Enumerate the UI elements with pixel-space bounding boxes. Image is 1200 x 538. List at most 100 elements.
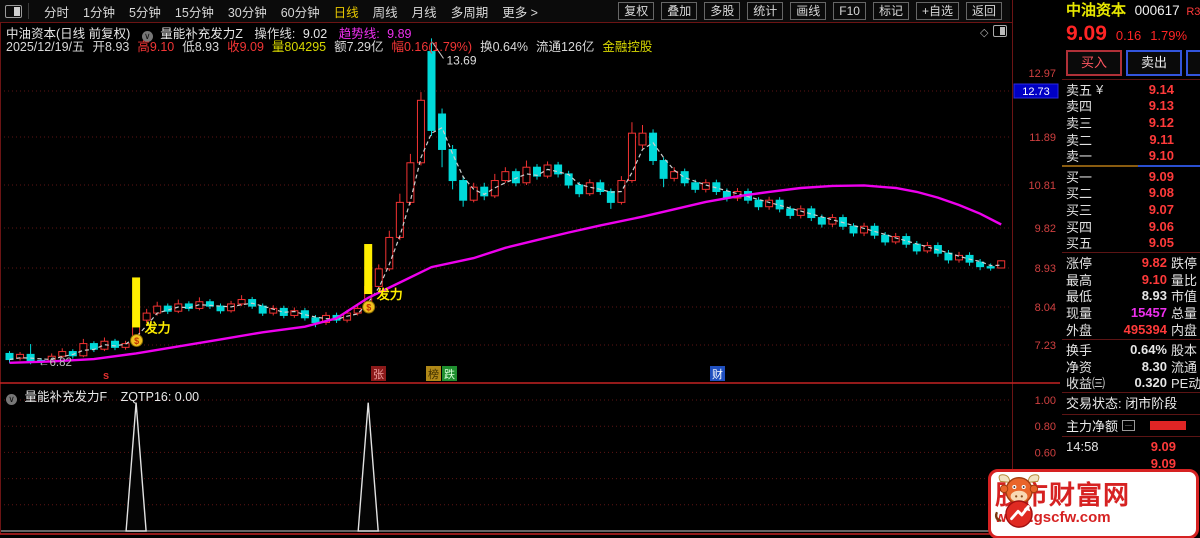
bull-icon [994, 474, 1040, 528]
menu-item-0[interactable]: 分时 [44, 2, 69, 21]
bid-row-2[interactable]: 买二 9.08 [1062, 185, 1200, 201]
bid-row-1[interactable]: 买一 9.09 [1062, 168, 1200, 185]
tool-button-6[interactable]: 标记 [872, 2, 909, 20]
bid-row-5[interactable]: 买五 9.05 [1062, 234, 1200, 251]
trade-buttons: 买入 卖出 查询 [1062, 48, 1200, 78]
svg-text:0.60: 0.60 [1035, 447, 1056, 459]
stat-row-7: 收益㈢ 0.320 PE动 [1066, 375, 1200, 392]
menu-item-5[interactable]: 60分钟 [281, 2, 320, 21]
divider [1062, 436, 1200, 438]
tool-button-7[interactable]: +自选 [915, 2, 959, 20]
quote-header: 中油资本 000617 R30 [1062, 0, 1200, 22]
trade-status: 交易状态: 闭市阶段 [1066, 396, 1178, 412]
tool-button-1[interactable]: 叠加 [661, 2, 698, 20]
tool-button-5[interactable]: F10 [833, 2, 866, 20]
tools-menu: 复权 叠加 多股 统计 画线 F10 标记 +自选 返回 [618, 2, 1002, 20]
ohlc-field-10: 金融控股 [602, 40, 653, 54]
svg-text:7.23: 7.23 [1035, 340, 1056, 352]
stat-row-1: 最高 9.10 量比 [1066, 271, 1198, 288]
bid-row-3[interactable]: 买三 9.07 [1062, 201, 1200, 218]
stock-code: 000617 [1134, 3, 1180, 18]
tool-button-4[interactable]: 画线 [790, 2, 827, 20]
stat-row-0: 涨停 9.82 跌停 [1066, 254, 1198, 271]
quote-price-row: 9.09 0.16 1.79% [1062, 22, 1200, 48]
menu-bar: 分时 1分钟 5分钟 15分钟 30分钟 60分钟 日线 周线 月线 多周期 更多 > 复权 叠加 多股… [0, 0, 1010, 22]
chart-corner-icons: ◇ [980, 25, 1008, 39]
svg-text:跌: 跌 [444, 367, 455, 381]
divider [1062, 414, 1200, 416]
price-change-pct: 1.79% [1150, 28, 1188, 43]
diamond-icon[interactable]: ◇ [980, 27, 988, 39]
period-menu: 分时 1分钟 5分钟 15分钟 30分钟 60分钟 日线 周线 月线 多周期 更多 > [37, 2, 545, 21]
menu-item-1[interactable]: 1分钟 [83, 2, 115, 21]
stat-row-2: 最低 8.93 市值 [1066, 288, 1198, 305]
ohlc-field-1: 开8.93 [92, 40, 130, 54]
stock-name: 中油资本 [1066, 2, 1127, 19]
menu-item-4[interactable]: 30分钟 [228, 2, 267, 21]
main-force-label: 主力净额 [1066, 419, 1119, 435]
ohlc-field-7: 幅0.16(1.79%) [391, 40, 473, 54]
svg-text:13.69: 13.69 [447, 53, 477, 67]
svg-text:←6.82: ←6.82 [38, 357, 72, 369]
main-force-row[interactable]: 主力净额 [1062, 416, 1200, 435]
svg-text:$: $ [366, 303, 371, 313]
ask-row-1[interactable]: 卖一 9.10 [1062, 147, 1200, 164]
ask-row-4[interactable]: 卖四 9.13 [1062, 98, 1200, 114]
menu-item-8[interactable]: 月线 [412, 2, 437, 21]
bid-row-4[interactable]: 买四 9.06 [1062, 218, 1200, 235]
tool-button-2[interactable]: 多股 [704, 2, 741, 20]
ask-row-3[interactable]: 卖三 9.12 [1062, 114, 1200, 131]
menu-item-6[interactable]: 日线 [334, 2, 359, 21]
ohlc-field-2: 高9.10 [137, 40, 175, 54]
menu-item-7[interactable]: 周线 [373, 2, 398, 21]
ohlc-field-8: 换0.64% [480, 40, 529, 54]
tick-row-0: 14:58 9.09 [1066, 439, 1176, 455]
svg-text:发力: 发力 [144, 320, 171, 335]
svg-text:10.81: 10.81 [1028, 180, 1056, 192]
tool-button-3[interactable]: 统计 [747, 2, 784, 20]
tool-button-0[interactable]: 复权 [618, 2, 655, 20]
menu-item-9[interactable]: 多周期 [451, 2, 489, 21]
svg-text:8.04: 8.04 [1035, 302, 1056, 314]
svg-text:榜: 榜 [428, 367, 439, 381]
app-window: 11.89 10.81 9.82 8.93 8.04 7.23 12.97 12.73 发力 $ 发… [0, 0, 1200, 538]
ohlc-field-6: 额7.29亿 [334, 40, 384, 54]
tool-button-8[interactable]: 返回 [965, 2, 1002, 20]
window-layout-icon[interactable] [5, 4, 22, 18]
stat-row-6: 净资 8.30 流通 [1066, 358, 1198, 375]
ask-levels: 卖五 ¥9.14 卖四 9.13 卖三 9.12 卖二 9.11 卖一 9.10 [1062, 81, 1200, 164]
query-button[interactable]: 查询 [1186, 50, 1200, 76]
sell-button[interactable]: 卖出 [1126, 50, 1182, 76]
svg-text:9.82: 9.82 [1035, 223, 1056, 235]
svg-text:$: $ [134, 336, 139, 346]
ohlc-info-line: 2025/12/19/五 开8.93 高9.10 低8.93 收9.09 量804295 额… [6, 36, 660, 55]
main-chart-svg[interactable]: 11.89 10.81 9.82 8.93 8.04 7.23 12.97 12.73 发力 $ 发… [0, 0, 1060, 538]
svg-text:8.93: 8.93 [1035, 263, 1056, 275]
ask-row-2[interactable]: 卖二 9.11 [1062, 131, 1200, 148]
watermark-logo: 股市财富网 www.gscfw.com [988, 469, 1199, 538]
menu-item-3[interactable]: 15分钟 [175, 2, 214, 21]
stock-tag: R30 [1186, 6, 1200, 18]
ask-row-5[interactable]: 卖五 ¥9.14 [1062, 81, 1200, 98]
sub-indicator-collapse-icon[interactable]: ∨ [6, 394, 17, 405]
ohlc-field-9: 流通126亿 [536, 40, 595, 54]
bid-levels: 买一 9.09 买二 9.08 买三 9.07 买四 9.06 买五 9.05 [1062, 168, 1200, 251]
sub-indicator-name: 量能补充发力F [24, 390, 108, 404]
quote-stats: 涨停 9.82 跌停 最高 9.10 量比 最低 8.93 市值 现量 15457 总量 外盘 49539… [1062, 254, 1200, 391]
split-window-icon[interactable] [993, 25, 1008, 37]
menu-separator [28, 3, 29, 19]
divider [1062, 392, 1200, 394]
buy-button[interactable]: 买入 [1066, 50, 1122, 76]
ohlc-field-4: 收9.09 [227, 40, 264, 54]
ohlc-field-5: 量804295 [271, 40, 327, 54]
price-change: 0.16 [1115, 28, 1142, 43]
svg-text:11.89: 11.89 [1029, 132, 1056, 144]
menu-item-10[interactable]: 更多 > [502, 2, 538, 21]
sub-chart-header: ∨ 量能补充发力F ZQTP16: 0.00 [6, 386, 199, 405]
stat-row-3: 现量 15457 总量 [1066, 305, 1198, 322]
svg-text:1.00: 1.00 [1035, 395, 1056, 407]
ohlc-field-3: 低8.93 [182, 40, 220, 54]
menu-item-2[interactable]: 5分钟 [129, 2, 161, 21]
stat-row-4: 外盘 495394 内盘 [1066, 322, 1198, 339]
svg-text:12.97: 12.97 [1028, 68, 1056, 80]
